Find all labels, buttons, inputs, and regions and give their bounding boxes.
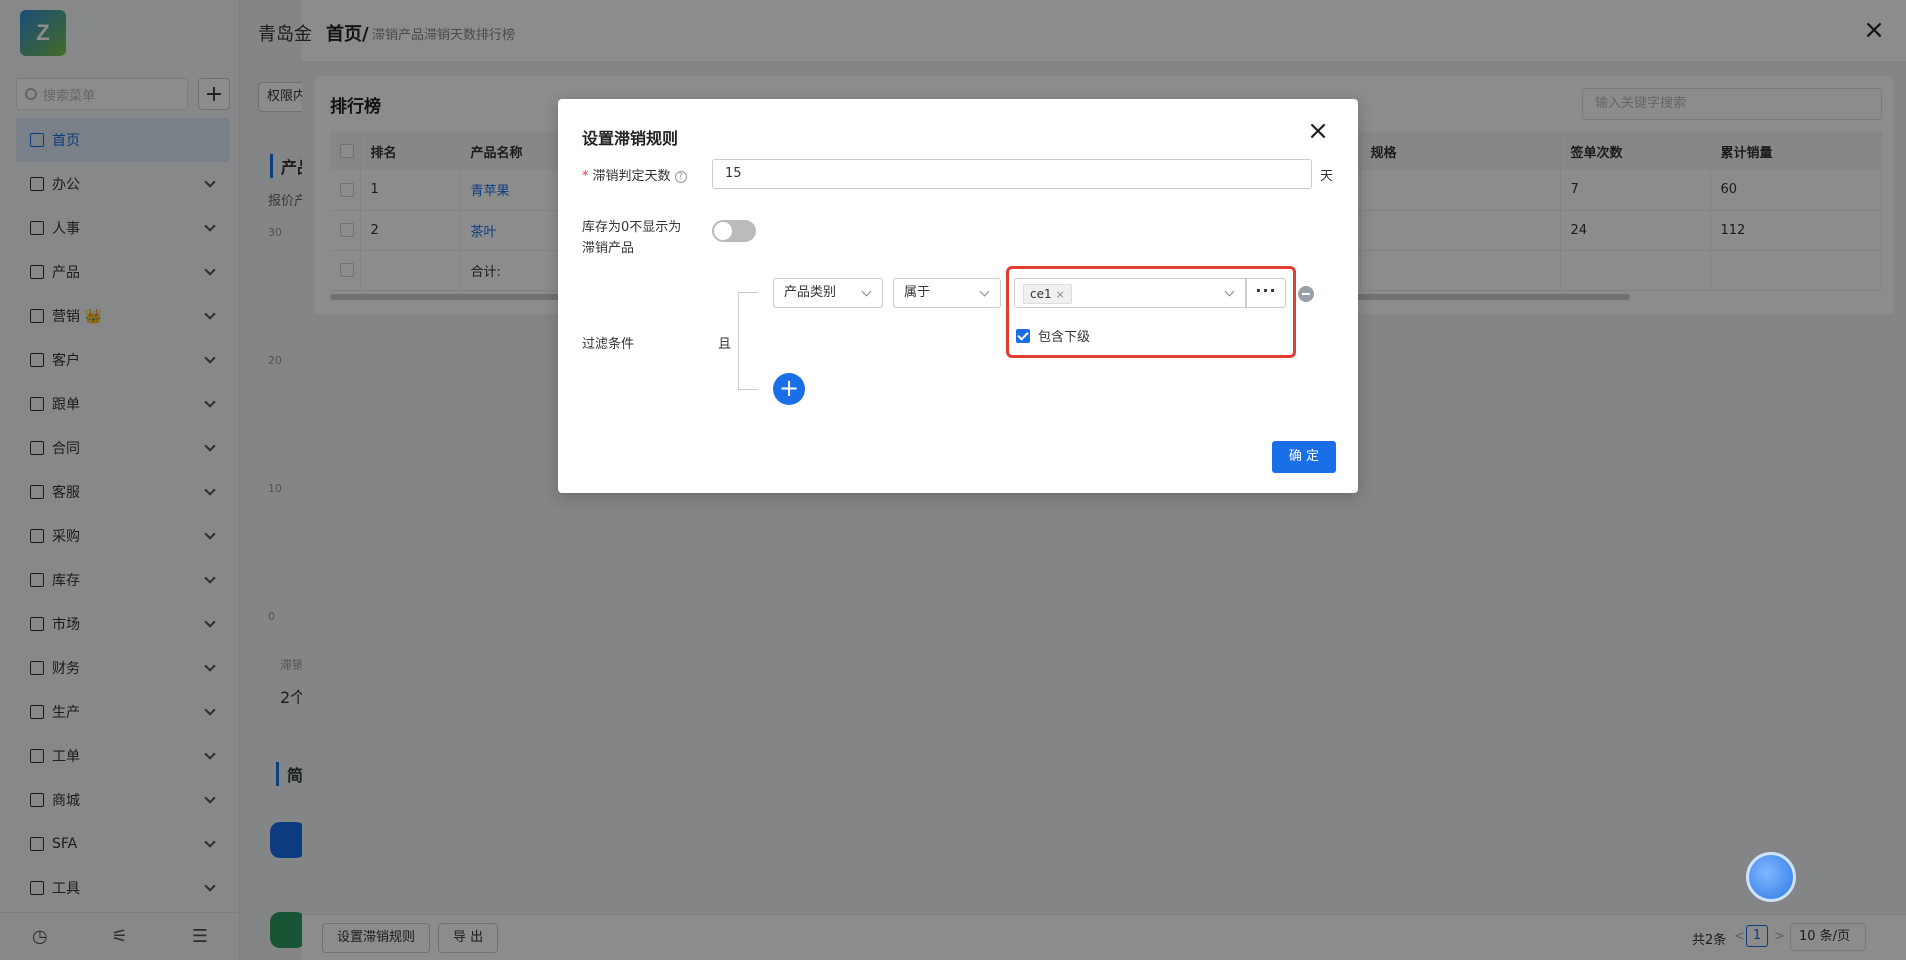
more-button[interactable]: ··· <box>1246 278 1286 308</box>
days-label: * 滞销判定天数? <box>582 165 687 184</box>
tag-close-icon[interactable]: × <box>1056 288 1065 301</box>
days-input[interactable]: 15 <box>712 159 1312 189</box>
value-tag-label: ce1 <box>1030 287 1052 301</box>
help-icon[interactable]: ? <box>674 170 687 183</box>
operator-select[interactable]: 属于 <box>893 278 1001 308</box>
remove-condition-icon[interactable] <box>1298 286 1314 302</box>
include-sub-label: 包含下级 <box>1038 330 1091 345</box>
confirm-button[interactable]: 确 定 <box>1272 441 1336 473</box>
toggle-knob <box>714 222 732 240</box>
value-tag: ce1 × <box>1023 284 1072 304</box>
zero-stock-label-line1: 库存为0不显示为 <box>582 220 682 235</box>
days-unit: 天 <box>1320 169 1334 184</box>
value-select[interactable]: ce1 × <box>1014 278 1246 308</box>
and-label: 且 <box>718 337 732 352</box>
rule-modal: 设置滞销规则 × * 滞销判定天数? 15 天 库存为0不显示为 滞销产品 过滤条… <box>558 99 1358 493</box>
chevron-down-icon <box>979 286 990 297</box>
zero-stock-toggle[interactable] <box>712 220 756 242</box>
add-condition-button[interactable]: + <box>773 373 805 405</box>
condition-bracket <box>738 292 758 390</box>
chevron-down-icon <box>861 286 872 297</box>
filter-label: 过滤条件 <box>582 337 635 352</box>
zero-stock-label-line2: 滞销产品 <box>582 241 635 256</box>
field-select[interactable]: 产品类别 <box>773 278 883 308</box>
close-icon[interactable]: × <box>1306 118 1330 144</box>
include-sub-checkbox[interactable]: 包含下级 <box>1016 326 1090 345</box>
checkbox-checked-icon <box>1016 328 1030 343</box>
days-label-text: 滞销判定天数 <box>592 169 671 184</box>
operator-select-value: 属于 <box>904 285 931 300</box>
assistant-float-button[interactable] <box>1746 852 1796 902</box>
chevron-down-icon <box>1224 286 1235 297</box>
required-mark: * <box>582 169 589 184</box>
field-select-value: 产品类别 <box>784 285 837 300</box>
zero-stock-label: 库存为0不显示为 滞销产品 <box>582 217 681 259</box>
modal-title: 设置滞销规则 <box>582 129 679 148</box>
